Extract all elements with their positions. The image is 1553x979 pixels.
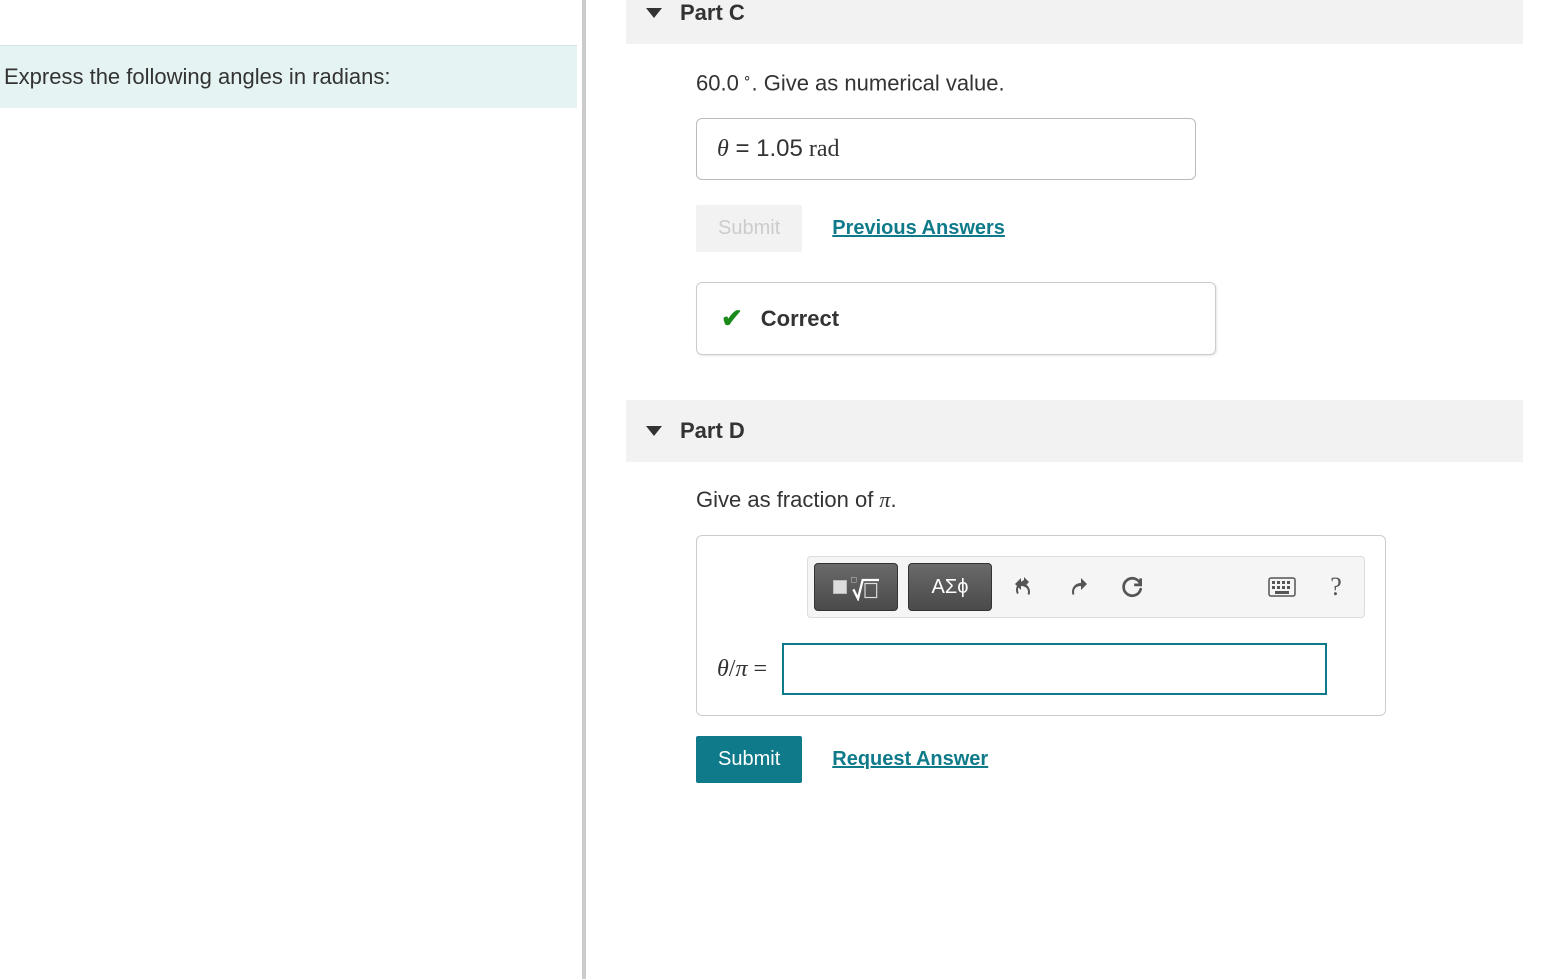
caret-down-icon xyxy=(646,426,662,436)
part-c-title: Part C xyxy=(680,0,745,26)
request-answer-link[interactable]: Request Answer xyxy=(832,748,988,771)
check-icon: ✔ xyxy=(721,303,743,334)
problem-prompt: Express the following angles in radians: xyxy=(0,45,577,108)
part-c-answer-box: θ = 1.05 rad xyxy=(696,118,1196,180)
caret-down-icon xyxy=(646,8,662,18)
part-d-header[interactable]: Part D xyxy=(626,400,1523,462)
submit-button[interactable]: Submit xyxy=(696,736,802,783)
feedback-text: Correct xyxy=(761,306,839,332)
greek-letters-button[interactable]: ΑΣϕ xyxy=(908,563,992,611)
answer-input-panel: □ ΑΣϕ xyxy=(696,535,1386,716)
undo-icon[interactable] xyxy=(1002,565,1046,609)
submit-button-disabled: Submit xyxy=(696,205,802,252)
math-templates-button[interactable]: □ xyxy=(814,563,898,611)
previous-answers-link[interactable]: Previous Answers xyxy=(832,217,1005,240)
answer-lhs: θ/π = xyxy=(717,656,767,683)
keyboard-icon[interactable] xyxy=(1260,565,1304,609)
svg-text:□: □ xyxy=(851,575,857,585)
part-d-title: Part D xyxy=(680,418,745,444)
feedback-correct: ✔ Correct xyxy=(696,282,1216,355)
help-icon[interactable]: ? xyxy=(1314,565,1358,609)
part-c-header[interactable]: Part C xyxy=(626,0,1523,44)
part-d-instruction: Give as fraction of π. xyxy=(696,487,1523,513)
vertical-divider xyxy=(582,0,586,979)
answer-input[interactable] xyxy=(782,643,1327,695)
part-c-instruction: 60.0 ∘. Give as numerical value. xyxy=(696,69,1523,96)
equation-toolbar: □ ΑΣϕ xyxy=(807,556,1365,618)
redo-icon[interactable] xyxy=(1056,565,1100,609)
reset-icon[interactable] xyxy=(1110,565,1154,609)
